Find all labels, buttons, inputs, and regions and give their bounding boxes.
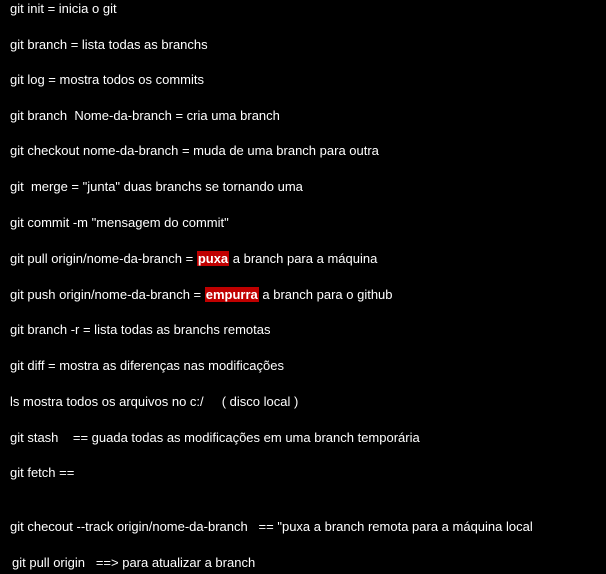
- note-line-git-push-prefix: git push origin/nome-da-branch =: [10, 287, 205, 302]
- note-line-git-fetch: git fetch ==: [10, 465, 75, 480]
- note-line-git-push-suffix: a branch para o github: [258, 287, 393, 302]
- note-line-git-branch: git branch = lista todas as branchs: [10, 37, 208, 52]
- note-line-git-log: git log = mostra todos os commits: [10, 72, 204, 87]
- note-line-git-init: git init = inicia o git: [10, 1, 117, 16]
- note-line-ls: ls mostra todos os arquivos no c:/ ( dis…: [10, 394, 299, 409]
- note-line-git-pull-origin: git pull origin ==> para atualizar a bra…: [12, 555, 256, 570]
- note-line-git-checkout: git checkout nome-da-branch = muda de um…: [10, 143, 379, 158]
- note-line-git-merge: git merge = "junta" duas branchs se torn…: [10, 179, 303, 194]
- note-line-git-stash: git stash == guada todas as modificações…: [10, 430, 420, 445]
- note-line-git-diff: git diff = mostra as diferenças nas modi…: [10, 358, 284, 373]
- note-line-git-push: git push origin/nome-da-branch = empurra…: [10, 286, 393, 304]
- note-line-git-pull-suffix: a branch para a máquina: [229, 251, 378, 266]
- note-line-git-commit: git commit -m "mensagem do commit": [10, 215, 229, 230]
- highlight-empurra: empurra: [204, 287, 259, 302]
- note-line-git-pull-prefix: git pull origin/nome-da-branch =: [10, 251, 197, 266]
- note-line-git-branch-remote: git branch -r = lista todas as branchs r…: [10, 322, 271, 337]
- note-line-git-pull: git pull origin/nome-da-branch = puxa a …: [10, 250, 377, 268]
- document-page: git init = inicia o git git branch = lis…: [0, 0, 606, 574]
- note-line-git-branch-create: git branch Nome-da-branch = cria uma bra…: [10, 108, 280, 123]
- note-line-git-checkout-track: git checout --track origin/nome-da-branc…: [10, 519, 533, 534]
- highlight-puxa: puxa: [196, 251, 230, 266]
